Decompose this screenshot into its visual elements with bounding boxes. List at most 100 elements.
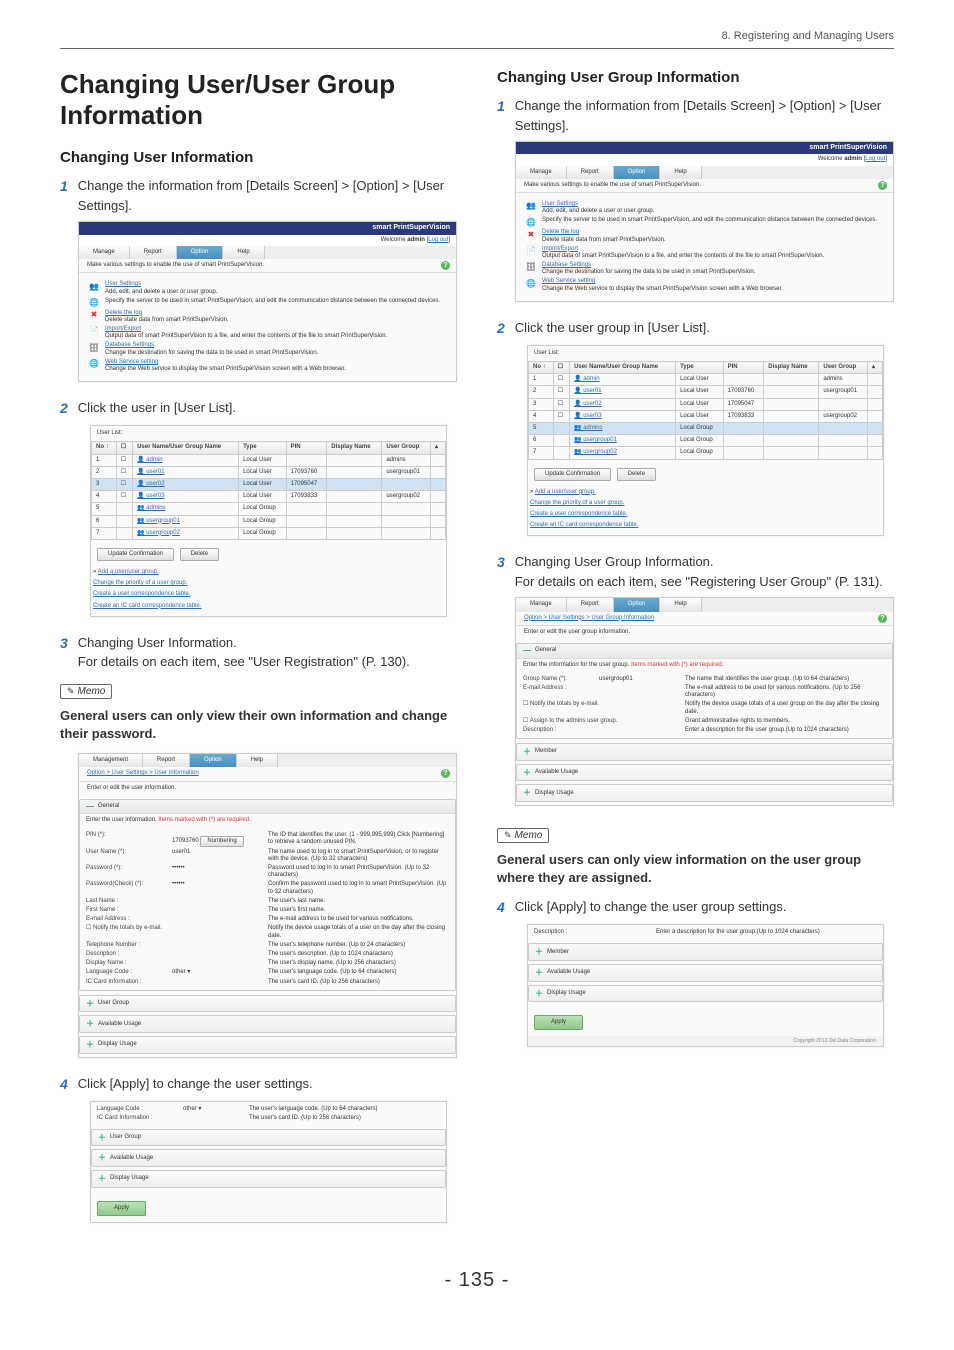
tab-manage[interactable]: Manage — [516, 598, 567, 611]
tab-help[interactable]: Help — [223, 246, 264, 259]
col-name[interactable]: User Name/User Group Name — [133, 442, 239, 454]
create-user-table-link[interactable]: Create a user correspondence table. — [93, 591, 190, 597]
add-user-link[interactable]: Add a user/user group. — [535, 489, 596, 495]
table-row[interactable]: 1☐👤 adminLocal Useradmins — [529, 374, 883, 386]
col-pin[interactable]: PIN — [286, 442, 327, 454]
step-number: 3 — [497, 552, 505, 591]
panel-display-usage[interactable]: Display Usage — [98, 1041, 137, 1048]
logout-link[interactable]: Log out — [865, 156, 885, 162]
expand-icon[interactable]: ＋ — [86, 1040, 94, 1050]
breadcrumb[interactable]: Option > User Settings > User Informatio… — [87, 770, 199, 776]
expand-icon[interactable]: ＋ — [86, 1019, 94, 1029]
tab-help[interactable]: Help — [660, 166, 701, 179]
tab-management[interactable]: Management — [79, 754, 143, 767]
help-icon[interactable]: ? — [441, 261, 450, 270]
expand-icon[interactable]: ＋ — [98, 1174, 106, 1184]
col-type[interactable]: Type — [239, 442, 286, 454]
table-row[interactable]: 3☐👤 user02Local User17095047 — [92, 478, 446, 490]
copyright-text: Copyright 2013 Oki Data Corporation. — [528, 1036, 883, 1046]
import-export-link[interactable]: Import/Export — [542, 246, 578, 252]
table-row[interactable]: 1☐👤 adminLocal Useradmins — [92, 454, 446, 466]
update-confirmation-button[interactable]: Update Confirmation — [97, 548, 174, 561]
update-confirmation-button[interactable]: Update Confirmation — [534, 468, 611, 481]
expand-icon[interactable]: ＋ — [535, 947, 543, 957]
database-settings-link[interactable]: Database Settings — [542, 262, 591, 268]
tab-report[interactable]: Report — [567, 166, 614, 179]
database-settings-link[interactable]: Database Settings — [105, 342, 154, 348]
tab-manage[interactable]: Manage — [516, 166, 567, 179]
table-row[interactable]: 5👥 adminsLocal Group — [92, 503, 446, 515]
expand-icon[interactable]: ＋ — [98, 1153, 106, 1163]
web-service-link[interactable]: Web Service setting — [542, 278, 595, 284]
delete-log-link[interactable]: Delete the log — [542, 229, 579, 235]
table-row[interactable]: 6👥 usergroup01Local Group — [92, 515, 446, 527]
help-icon[interactable]: ? — [441, 769, 450, 778]
create-ic-table-link[interactable]: Create an IC card correspondence table. — [93, 603, 201, 609]
table-row[interactable]: 4☐👤 user03Local User17093833usergroup02 — [92, 491, 446, 503]
expand-icon[interactable]: ＋ — [535, 968, 543, 978]
tab-option[interactable]: Option — [614, 166, 661, 179]
tab-report[interactable]: Report — [567, 598, 614, 611]
col-group[interactable]: User Group — [382, 442, 431, 454]
tab-manage[interactable]: Manage — [79, 246, 130, 259]
create-ic-table-link[interactable]: Create an IC card correspondence table. — [530, 522, 638, 528]
help-icon[interactable]: ? — [878, 614, 887, 623]
help-icon[interactable]: ? — [878, 181, 887, 190]
expand-icon[interactable]: ＋ — [523, 788, 531, 798]
col-no[interactable]: No ↑ — [529, 362, 554, 374]
col-display[interactable]: Display Name — [327, 442, 382, 454]
col-pin[interactable]: PIN — [723, 362, 764, 374]
delete-button[interactable]: Delete — [617, 468, 656, 481]
user-settings-link[interactable]: User Settings — [105, 281, 141, 287]
step-number: 2 — [60, 398, 68, 419]
delete-log-link[interactable]: Delete the log — [105, 310, 142, 316]
panel-display-usage[interactable]: Display Usage — [535, 790, 574, 797]
change-priority-link[interactable]: Change the priority of a user group. — [93, 580, 187, 586]
logout-link[interactable]: Log out — [428, 237, 448, 243]
table-row[interactable]: 7👥 usergroup02Local Group — [92, 527, 446, 539]
panel-user-group[interactable]: User Group — [98, 1000, 129, 1007]
tab-option[interactable]: Option — [190, 754, 237, 767]
tab-report[interactable]: Report — [143, 754, 190, 767]
col-group[interactable]: User Group — [819, 362, 868, 374]
panel-available-usage[interactable]: Available Usage — [98, 1021, 141, 1028]
expand-icon[interactable]: ＋ — [535, 989, 543, 999]
expand-icon[interactable]: ＋ — [98, 1133, 106, 1143]
create-user-table-link[interactable]: Create a user correspondence table. — [530, 511, 627, 517]
panel-member[interactable]: Member — [535, 748, 557, 755]
table-row[interactable]: 3☐👤 user02Local User17095047 — [529, 398, 883, 410]
delete-button[interactable]: Delete — [180, 548, 219, 561]
web-service-link[interactable]: Web Service setting — [105, 359, 158, 365]
import-export-link[interactable]: Import/Export — [105, 326, 141, 332]
apply-button[interactable]: Apply — [534, 1015, 583, 1030]
tab-option[interactable]: Option — [614, 598, 661, 611]
add-user-link[interactable]: Add a user/user group. — [98, 569, 159, 575]
col-display[interactable]: Display Name — [764, 362, 819, 374]
col-check[interactable]: ☐ — [116, 442, 132, 454]
panel-available-usage[interactable]: Available Usage — [535, 769, 578, 776]
table-row[interactable]: 2☐👤 user01Local User17093760usergroup01 — [529, 386, 883, 398]
tab-report[interactable]: Report — [130, 246, 177, 259]
tab-option[interactable]: Option — [177, 246, 224, 259]
col-name[interactable]: User Name/User Group Name — [570, 362, 676, 374]
col-check[interactable]: ☐ — [553, 362, 569, 374]
collapse-icon[interactable]: — — [86, 802, 94, 812]
col-no[interactable]: No ↑ — [92, 442, 117, 454]
tab-help[interactable]: Help — [660, 598, 701, 611]
table-row[interactable]: 7👥 usergroup02Local Group — [529, 447, 883, 459]
apply-button[interactable]: Apply — [97, 1201, 146, 1216]
change-priority-link[interactable]: Change the priority of a user group. — [530, 500, 624, 506]
col-type[interactable]: Type — [676, 362, 723, 374]
step-text: For details on each item, see "User Regi… — [78, 652, 457, 672]
table-row[interactable]: 5👥 adminsLocal Group — [529, 422, 883, 434]
tab-help[interactable]: Help — [237, 754, 278, 767]
table-row[interactable]: 2☐👤 user01Local User17093760usergroup01 — [92, 466, 446, 478]
table-row[interactable]: 4☐👤 user03Local User17093833usergroup02 — [529, 410, 883, 422]
expand-icon[interactable]: ＋ — [86, 999, 94, 1009]
collapse-icon[interactable]: — — [523, 646, 531, 656]
expand-icon[interactable]: ＋ — [523, 747, 531, 757]
breadcrumb[interactable]: Option > User Settings > User Group Info… — [524, 615, 654, 621]
expand-icon[interactable]: ＋ — [523, 768, 531, 778]
user-settings-link[interactable]: User Settings — [542, 201, 578, 207]
table-row[interactable]: 6👥 usergroup01Local Group — [529, 435, 883, 447]
